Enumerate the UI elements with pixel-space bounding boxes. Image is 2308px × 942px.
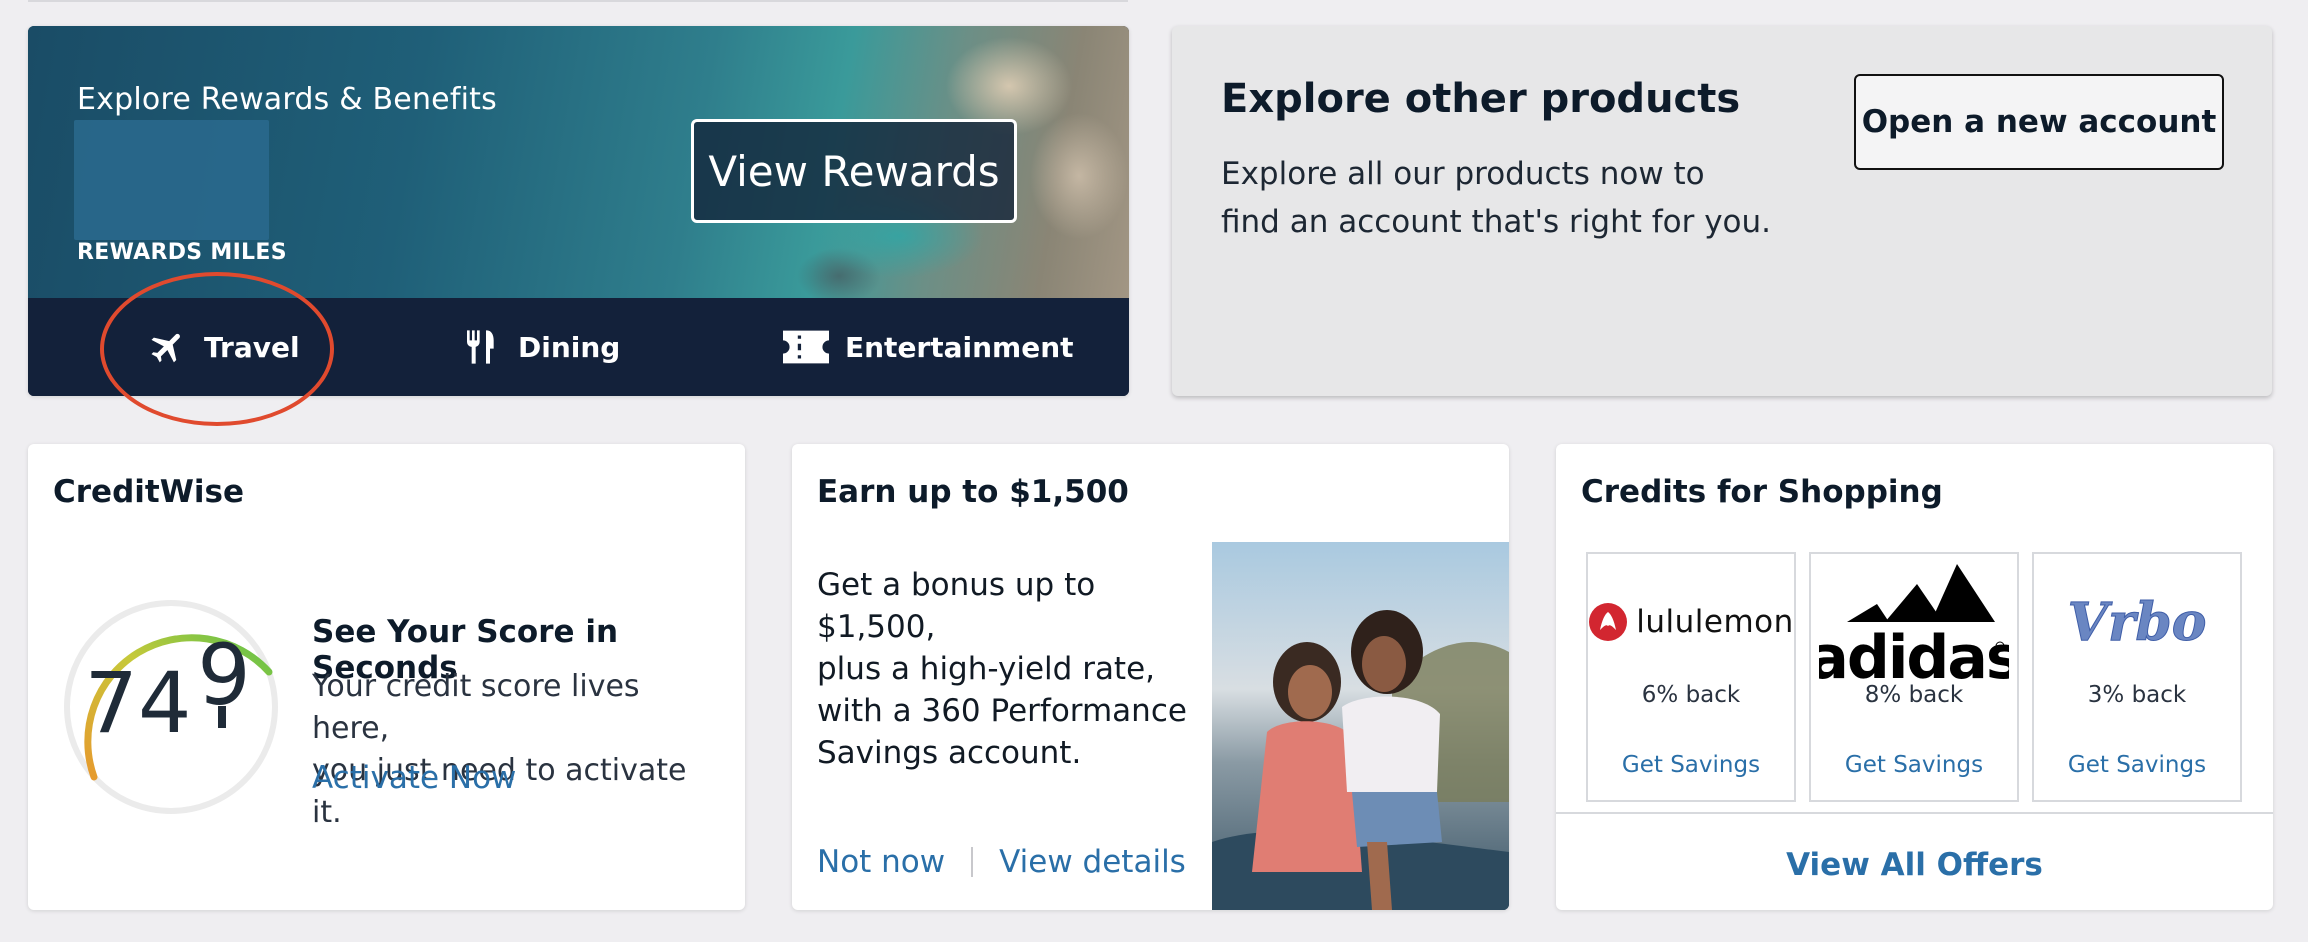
category-entertainment-label: Entertainment — [845, 330, 1074, 364]
view-details-link[interactable]: View details — [999, 844, 1186, 880]
rewards-hero-image: Explore Rewards & Benefits REWARDS MILES… — [28, 26, 1129, 298]
rewards-category-bar: Travel Dining Entertainment — [28, 298, 1129, 396]
lululemon-logo: lululemon — [1588, 572, 1794, 672]
rewards-miles-label: REWARDS MILES — [77, 240, 287, 265]
score-description: Your credit score lives here, you just n… — [312, 666, 722, 834]
get-savings-link[interactable]: Get Savings — [1588, 752, 1794, 778]
vrbo-logo: Vrbo — [2034, 572, 2240, 672]
creditwise-title: CreditWise — [53, 474, 244, 510]
shopping-credits-card: Credits for Shopping lululemon 6% back G… — [1556, 444, 2273, 910]
offer-cashback: 3% back — [2087, 682, 2187, 708]
lululemon-wordmark: lululemon — [1636, 604, 1794, 640]
rewards-miles-value-placeholder — [74, 120, 269, 240]
category-travel-label: Travel — [204, 330, 300, 364]
category-dining[interactable]: Dining — [462, 298, 620, 396]
adidas-wordmark: adidas — [1819, 623, 2009, 684]
fork-knife-icon — [462, 326, 502, 368]
creditwise-card: CreditWise 74 9 See Your Score in Second… — [28, 444, 745, 910]
explore-description-line: find an account that's right for you. — [1221, 204, 1772, 240]
adidas-icon: adidas — [1819, 564, 2009, 684]
not-now-link[interactable]: Not now — [817, 844, 945, 880]
offer-tile-adidas[interactable]: adidas 8% back Get Savings — [1809, 552, 2019, 802]
explore-title: Explore other products — [1221, 76, 1741, 122]
card-divider — [1556, 812, 2273, 814]
explore-description-line: Explore all our products now to — [1221, 156, 1705, 192]
savings-offer-line: Savings account. — [817, 735, 1082, 771]
rewards-title: Explore Rewards & Benefits — [77, 82, 497, 117]
savings-offer-line: plus a high-yield rate, — [817, 651, 1156, 687]
lululemon-icon — [1589, 603, 1628, 641]
adidas-logo: adidas — [1811, 564, 2017, 684]
credit-score-gauge: 74 9 — [58, 594, 284, 820]
savings-offer-line: with a 360 Performance — [817, 693, 1187, 729]
activate-now-link[interactable]: Activate Now — [312, 760, 516, 796]
savings-offer-text: Get a bonus up to $1,500, plus a high-yi… — [817, 564, 1207, 774]
explore-description: Explore all our products now to find an … — [1221, 150, 1781, 246]
rewards-card: Explore Rewards & Benefits REWARDS MILES… — [28, 26, 1129, 396]
offer-tile-vrbo[interactable]: Vrbo 3% back Get Savings — [2032, 552, 2242, 802]
airplane-icon — [148, 327, 188, 367]
ticket-icon — [783, 330, 829, 364]
savings-offer-card: Earn up to $1,500 Get a bonus up to $1,5… — [792, 444, 1509, 910]
vrbo-wordmark: Vrbo — [2068, 592, 2207, 652]
score-description-line: Your credit score lives here, — [312, 669, 640, 746]
credit-score-digits: 74 — [85, 654, 192, 752]
link-separator — [971, 847, 974, 877]
category-entertainment[interactable]: Entertainment — [783, 298, 1074, 396]
top-divider — [28, 0, 1128, 2]
offer-cashback: 8% back — [1864, 682, 1964, 708]
view-all-offers-link[interactable]: View All Offers — [1556, 820, 2273, 910]
explore-products-card: Explore other products Explore all our p… — [1172, 26, 2272, 396]
view-rewards-button[interactable]: View Rewards — [691, 119, 1017, 223]
two-women-car-photo — [1212, 542, 1509, 910]
shopping-credits-title: Credits for Shopping — [1581, 474, 1943, 510]
savings-offer-actions: Not now View details — [817, 844, 1186, 880]
get-savings-link[interactable]: Get Savings — [2034, 752, 2240, 778]
get-savings-link[interactable]: Get Savings — [1811, 752, 2017, 778]
savings-offer-title: Earn up to $1,500 — [817, 474, 1129, 510]
category-travel[interactable]: Travel — [148, 298, 300, 396]
open-new-account-button[interactable]: Open a new account — [1854, 74, 2224, 170]
category-dining-label: Dining — [518, 330, 621, 364]
offer-cashback: 6% back — [1641, 682, 1741, 708]
savings-offer-line: Get a bonus up to $1,500, — [817, 567, 1096, 645]
offer-tile-lululemon[interactable]: lululemon 6% back Get Savings — [1586, 552, 1796, 802]
